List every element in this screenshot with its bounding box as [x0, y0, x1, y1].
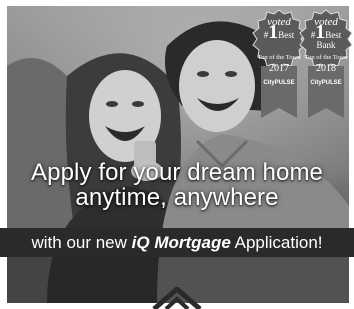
product-name: iQ Mortgage — [131, 233, 231, 252]
headline-line-1: Apply for your dream home — [31, 159, 323, 186]
tagline-suffix: Application! — [230, 233, 323, 252]
tagline-prefix: with our new — [31, 233, 132, 252]
mortgage-ad-banner[interactable]: voted #1Best Top of the Town 2017 CityPU… — [0, 0, 354, 309]
badge-year: 2018 — [316, 63, 336, 74]
headline-line-2: anytime, anywhere — [75, 184, 279, 211]
badge-award-title: Top of the Town — [304, 54, 348, 61]
badge-publisher: CityPULSE — [310, 80, 342, 86]
house-logo-icon — [150, 285, 204, 309]
award-badge-2018: voted #1Best Bank Top of the Town 2018 Ci… — [298, 8, 354, 118]
badge-rank: #1Best Bank — [310, 21, 342, 50]
tagline-band: with our new iQ Mortgage Application! — [0, 228, 354, 257]
headline: Apply for your dream home anytime, anywh… — [0, 160, 354, 210]
